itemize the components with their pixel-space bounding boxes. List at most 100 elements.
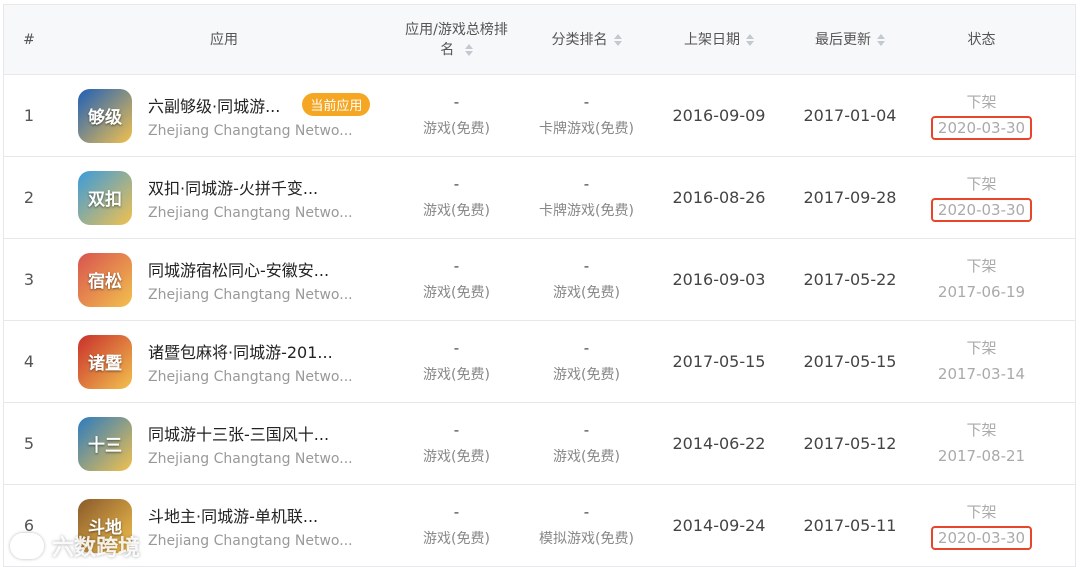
app-cell[interactable]: 够级 六副够级·同城游... 当前应用 Zhejiang Changtang N… — [54, 88, 394, 143]
sort-icon[interactable] — [877, 33, 885, 46]
overall-rank-cell: - 游戏(免费) — [394, 421, 519, 466]
app-cell[interactable]: 宿松 同城游宿松同心-安徽安... Zhejiang Changtang Net… — [54, 252, 394, 307]
rank-value: - — [453, 339, 460, 357]
col-header-release-date-label: 上架日期 — [684, 31, 740, 48]
overall-rank-cell: - 游戏(免费) — [394, 339, 519, 384]
col-header-num: # — [23, 31, 35, 48]
rank-value: - — [453, 421, 460, 439]
app-info: 同城游十三张-三国风十... Zhejiang Changtang Netwo.… — [148, 421, 394, 467]
app-list-table: # 应用 应用/游戏总榜排名 分类排名 上架日期 最后更新 状态 1 够级 六副… — [3, 4, 1076, 567]
category-rank-category: 卡牌游戏(免费) — [539, 121, 634, 137]
rank-category: 游戏(免费) — [423, 285, 490, 301]
category-rank-cell: - 卡牌游戏(免费) — [519, 175, 654, 220]
app-developer: Zhejiang Changtang Netwo... — [148, 286, 353, 303]
icon-glyph: 宿松 — [88, 272, 122, 292]
app-icon-zhuji-majiang[interactable]: 诸暨 — [78, 334, 132, 389]
watermark-logo-icon — [10, 533, 44, 559]
app-title-link[interactable]: 斗地主·同城游-单机联... — [148, 503, 318, 527]
app-icon-susong-tongxin[interactable]: 宿松 — [78, 252, 132, 307]
icon-glyph: 双扣 — [88, 190, 122, 210]
app-info: 同城游宿松同心-安徽安... Zhejiang Changtang Netwo.… — [148, 257, 394, 303]
status-label: 下架 — [966, 93, 997, 111]
row-number: 4 — [23, 352, 35, 371]
app-info: 斗地主·同城游-单机联... Zhejiang Changtang Netwo.… — [148, 503, 394, 549]
icon-glyph: 诸暨 — [88, 354, 122, 374]
app-title-link[interactable]: 双扣·同城游-火拼千变... — [148, 175, 318, 199]
category-rank-value: - — [583, 257, 590, 275]
status-cell: 下架 2020-03-30 — [916, 91, 1047, 140]
category-rank-cell: - 游戏(免费) — [519, 339, 654, 384]
last-update-date: 2017-05-11 — [803, 516, 897, 535]
release-date: 2016-08-26 — [672, 188, 766, 207]
col-header-category-rank[interactable]: 分类排名 — [519, 30, 654, 50]
status-date: 2017-03-14 — [937, 365, 1026, 383]
col-header-rank-label: 应用/游戏总榜排名 — [405, 21, 508, 58]
table-row[interactable]: 3 宿松 同城游宿松同心-安徽安... Zhejiang Changtang N… — [4, 239, 1075, 321]
icon-glyph: 十三 — [88, 436, 122, 456]
app-cell[interactable]: 十三 同城游十三张-三国风十... Zhejiang Changtang Net… — [54, 416, 394, 471]
app-title-line: 斗地主·同城游-单机联... — [148, 503, 394, 527]
app-cell[interactable]: 诸暨 诸暨包麻将·同城游-201... Zhejiang Changtang N… — [54, 334, 394, 389]
table-row[interactable]: 1 够级 六副够级·同城游... 当前应用 Zhejiang Changtang… — [4, 75, 1075, 157]
category-rank-cell: - 卡牌游戏(免费) — [519, 93, 654, 138]
category-rank-category: 游戏(免费) — [553, 449, 620, 465]
app-developer: Zhejiang Changtang Netwo... — [148, 204, 353, 221]
sort-icon[interactable] — [746, 33, 754, 46]
rank-value: - — [453, 257, 460, 275]
col-header-release-date[interactable]: 上架日期 — [654, 30, 784, 50]
watermark-text: 六数跨境 — [52, 536, 141, 561]
sort-icon[interactable] — [613, 33, 622, 46]
app-info: 诸暨包麻将·同城游-201... Zhejiang Changtang Netw… — [148, 339, 394, 385]
app-title-line: 双扣·同城游-火拼千变... — [148, 175, 394, 199]
category-rank-category: 游戏(免费) — [553, 285, 620, 301]
app-title-link[interactable]: 诸暨包麻将·同城游-201... — [148, 339, 333, 363]
rank-value: - — [453, 503, 460, 521]
rank-category: 游戏(免费) — [423, 531, 490, 547]
col-header-rank[interactable]: 应用/游戏总榜排名 — [394, 20, 519, 60]
rank-value: - — [453, 93, 460, 111]
highlighted-status-date: 2020-03-30 — [930, 116, 1033, 140]
app-cell[interactable]: 双扣 双扣·同城游-火拼千变... Zhejiang Changtang Net… — [54, 170, 394, 225]
col-header-app: 应用 — [210, 31, 238, 48]
app-title-line: 六副够级·同城游... 当前应用 — [148, 93, 394, 117]
release-date: 2014-09-24 — [672, 516, 766, 535]
status-cell: 下架 2020-03-30 — [916, 501, 1047, 550]
app-icon-shuangkou[interactable]: 双扣 — [78, 170, 132, 225]
col-header-last-update[interactable]: 最后更新 — [784, 30, 916, 50]
app-icon-liufu-gouji[interactable]: 够级 — [78, 88, 132, 143]
highlighted-status-date: 2020-03-30 — [930, 198, 1033, 222]
row-number: 5 — [23, 434, 35, 453]
app-title-line: 同城游十三张-三国风十... — [148, 421, 394, 445]
category-rank-cell: - 模拟游戏(免费) — [519, 503, 654, 548]
overall-rank-cell: - 游戏(免费) — [394, 175, 519, 220]
row-number: 1 — [23, 106, 35, 125]
table-row[interactable]: 6 斗地 斗地主·同城游-单机联... Zhejiang Changtang N… — [4, 485, 1075, 567]
overall-rank-cell: - 游戏(免费) — [394, 503, 519, 548]
app-developer: Zhejiang Changtang Netwo... — [148, 532, 353, 549]
table-row[interactable]: 4 诸暨 诸暨包麻将·同城游-201... Zhejiang Changtang… — [4, 321, 1075, 403]
rank-category: 游戏(免费) — [423, 203, 490, 219]
table-body: 1 够级 六副够级·同城游... 当前应用 Zhejiang Changtang… — [4, 75, 1075, 567]
app-title-link[interactable]: 六副够级·同城游... — [148, 93, 280, 117]
release-date: 2017-05-15 — [672, 352, 766, 371]
rank-category: 游戏(免费) — [423, 367, 490, 383]
release-date: 2016-09-09 — [672, 106, 766, 125]
last-update-date: 2017-05-22 — [803, 270, 897, 289]
app-title-link[interactable]: 同城游宿松同心-安徽安... — [148, 257, 329, 281]
app-info: 双扣·同城游-火拼千变... Zhejiang Changtang Netwo.… — [148, 175, 394, 221]
status-label: 下架 — [966, 175, 997, 193]
app-title-link[interactable]: 同城游十三张-三国风十... — [148, 421, 329, 445]
overall-rank-cell: - 游戏(免费) — [394, 93, 519, 138]
app-title-line: 诸暨包麻将·同城游-201... — [148, 339, 394, 363]
last-update-date: 2017-01-04 — [803, 106, 897, 125]
table-row[interactable]: 5 十三 同城游十三张-三国风十... Zhejiang Changtang N… — [4, 403, 1075, 485]
category-rank-category: 卡牌游戏(免费) — [539, 203, 634, 219]
app-icon-shisanzhang[interactable]: 十三 — [78, 416, 132, 471]
sort-icon[interactable] — [464, 43, 473, 56]
col-header-category-rank-label: 分类排名 — [551, 31, 608, 48]
rank-category: 游戏(免费) — [423, 121, 490, 137]
app-developer: Zhejiang Changtang Netwo... — [148, 122, 353, 139]
table-row[interactable]: 2 双扣 双扣·同城游-火拼千变... Zhejiang Changtang N… — [4, 157, 1075, 239]
row-number: 2 — [23, 188, 35, 207]
watermark: 六数跨境 — [10, 530, 140, 562]
